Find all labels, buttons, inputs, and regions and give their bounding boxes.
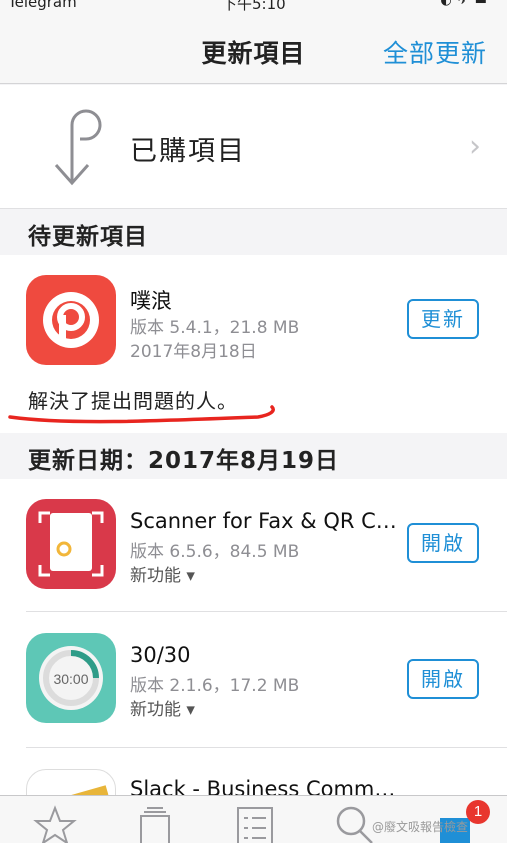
chevron-right-icon: ›	[469, 129, 481, 164]
app-version: 版本 2.1.6，17.2 MB	[130, 676, 300, 696]
app-name: 噗浪	[130, 289, 172, 313]
slack-icon[interactable]	[26, 769, 116, 795]
open-button[interactable]: 開啟	[407, 523, 479, 563]
app-version: 版本 6.5.6，84.5 MB	[130, 542, 300, 562]
pending-section-header: 待更新項目	[0, 209, 507, 255]
featured-star-icon[interactable]	[32, 804, 78, 843]
scanner-document-icon[interactable]	[26, 499, 116, 589]
navigation-bar: 更新項目 全部更新	[0, 12, 507, 84]
plurk-p-icon[interactable]	[26, 275, 116, 365]
updates-badge: 1	[466, 800, 490, 824]
purchased-row[interactable]: 已購項目 ›	[0, 85, 507, 209]
purchased-arrow-icon	[54, 109, 102, 186]
carrier-label: Telegram	[8, 0, 77, 11]
categories-icon[interactable]	[132, 804, 178, 843]
updated-apps-list: Scanner for Fax & QR Code 版本 6.5.6，84.5 …	[0, 479, 507, 795]
app-version: 版本 5.4.1，21.8 MB	[130, 318, 300, 338]
update-all-button[interactable]: 全部更新	[383, 34, 487, 70]
watermark: @廢文吸報告檢查	[372, 820, 469, 834]
row-divider	[26, 611, 507, 612]
open-button[interactable]: 開啟	[407, 659, 479, 699]
app-name: Scanner for Fax & QR Code	[130, 509, 400, 533]
app-name: 30/30	[130, 643, 191, 667]
update-button[interactable]: 更新	[407, 299, 479, 339]
pending-app-card: 噗浪 版本 5.4.1，21.8 MB 2017年8月18日 更新 解決了提出問…	[0, 255, 507, 433]
status-bar: Telegram 下午5:10 ◐✈▬	[0, 0, 507, 12]
purchased-label: 已購項目	[130, 136, 246, 167]
whats-new-toggle[interactable]: 新功能 ▾	[130, 695, 195, 720]
top-charts-icon[interactable]	[232, 804, 278, 843]
row-divider	[26, 747, 507, 748]
red-underline-annotation	[8, 405, 275, 424]
updated-section-header: 更新日期：2017年8月19日	[0, 433, 507, 479]
status-indicators: ◐✈▬	[440, 0, 493, 8]
app-name: Slack - Business Communication	[130, 777, 400, 795]
status-time: 下午5:10	[222, 0, 286, 12]
app-date: 2017年8月18日	[130, 342, 257, 362]
timer-ring-icon[interactable]: 30:00	[26, 633, 116, 723]
svg-text:30:00: 30:00	[53, 671, 88, 687]
whats-new-toggle[interactable]: 新功能 ▾	[130, 561, 195, 586]
